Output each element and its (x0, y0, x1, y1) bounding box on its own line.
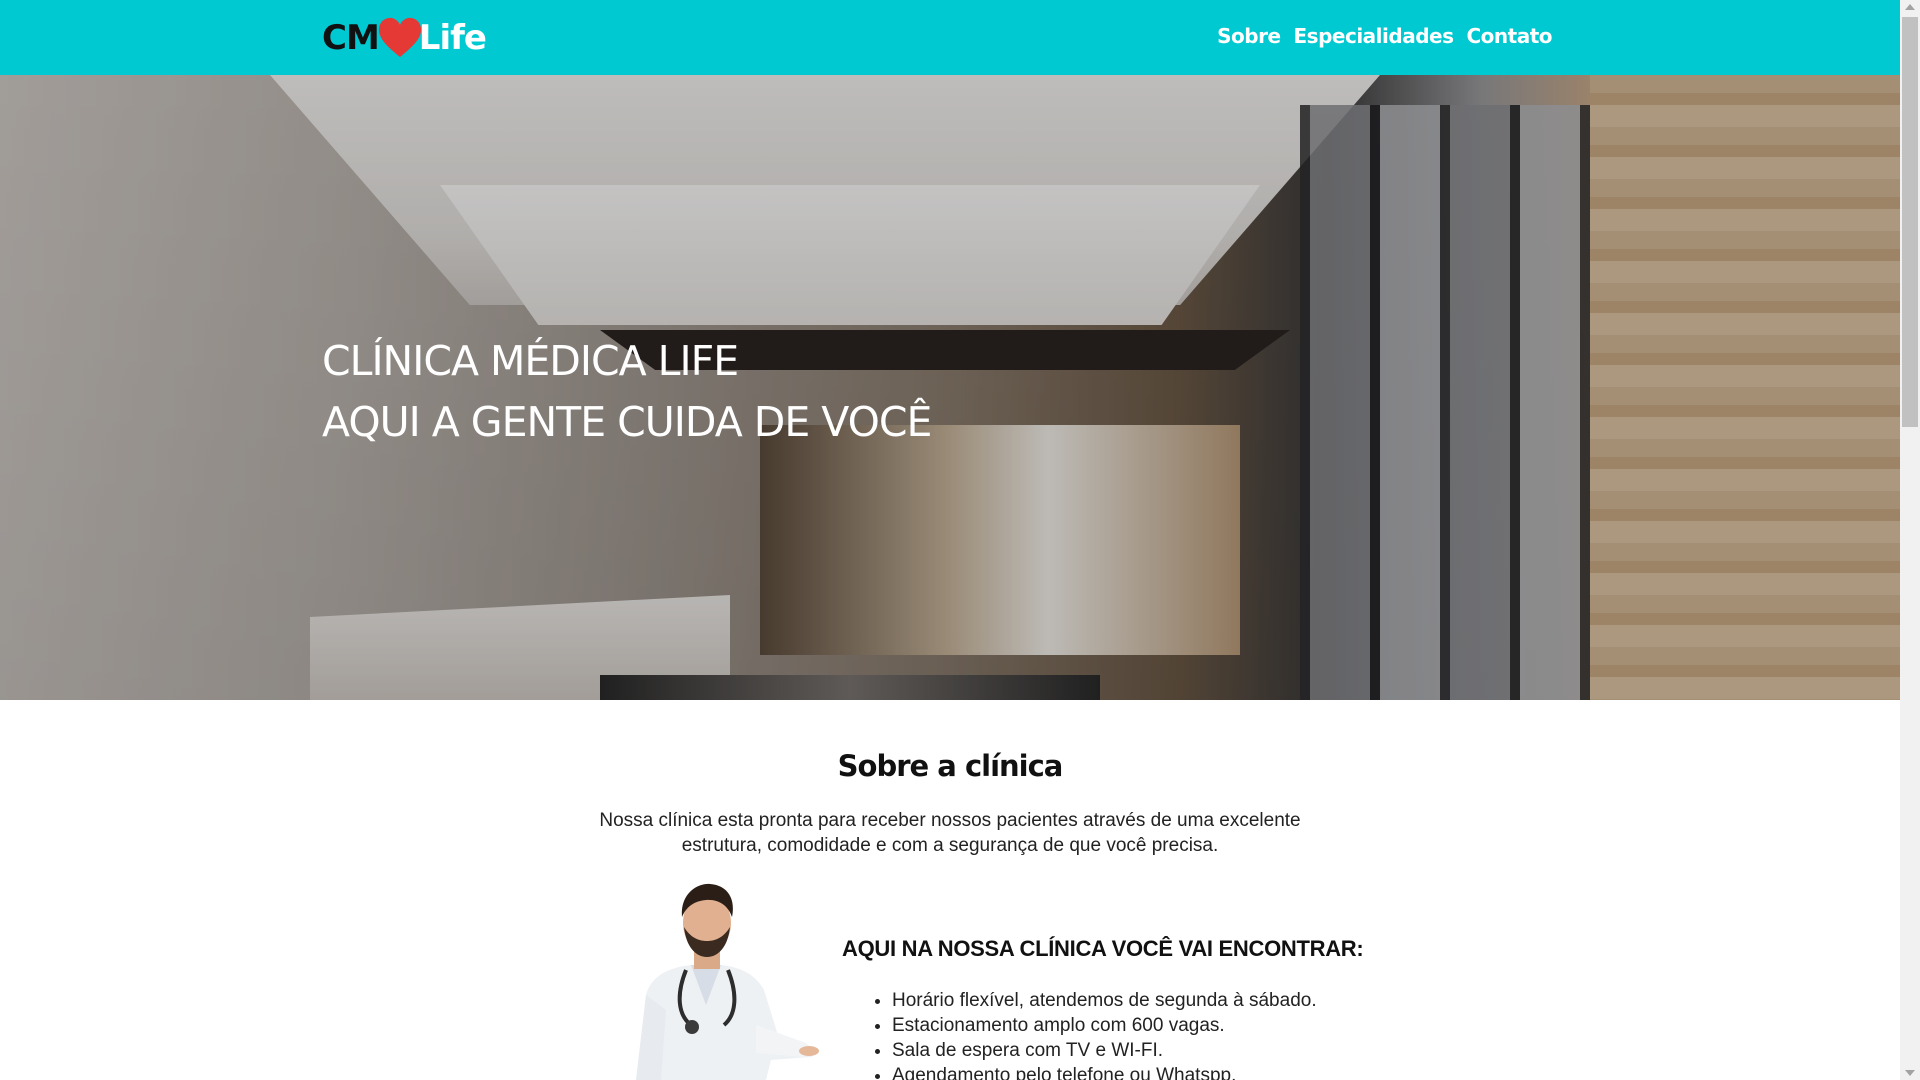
about-description: Nossa clínica esta pronta para receber n… (599, 810, 1301, 856)
hero-banner: CLÍNICA MÉDICA LIFE AQUI A GENTE CUIDA D… (0, 75, 1900, 700)
hero-line-1: CLÍNICA MÉDICA LIFE (322, 337, 739, 385)
hero-overlay (0, 75, 1900, 700)
logo[interactable]: CM Life (322, 14, 487, 62)
doctor-illustration-icon (636, 883, 819, 1080)
doctor-image (606, 875, 821, 1080)
scroll-down-arrow-icon[interactable] (1905, 1070, 1915, 1076)
list-item: Agendamento pelo telefone ou Whatspp. (892, 1063, 1317, 1080)
scroll-up-arrow-icon[interactable] (1905, 4, 1915, 10)
list-item: Horário flexível, atendemos de segunda à… (892, 988, 1317, 1013)
list-item: Sala de espera com TV e WI-FI. (892, 1038, 1317, 1063)
nav-link-contato[interactable]: Contato (1466, 24, 1552, 48)
features-list: Horário flexível, atendemos de segunda à… (892, 988, 1317, 1080)
logo-text-life: Life (418, 18, 487, 58)
about-section-title: Sobre a clínica (837, 749, 1064, 783)
hero-line-2: AQUI A GENTE CUIDA DE VOCÊ (322, 398, 932, 446)
features-title: AQUI NA NOSSA CLÍNICA VOCÊ VAI ENCONTRAR… (842, 936, 1364, 961)
nav-link-sobre[interactable]: Sobre (1217, 24, 1281, 48)
hero-heading: CLÍNICA MÉDICA LIFE AQUI A GENTE CUIDA D… (322, 331, 932, 453)
page-scrollbar[interactable] (1900, 0, 1920, 1080)
main-nav: Sobre Especialidades Contato (1217, 24, 1552, 48)
top-navbar: CM Life Sobre Especialidades Contato (0, 0, 1900, 75)
nav-link-especialidades[interactable]: Especialidades (1294, 24, 1454, 48)
logo-text-cm: CM (322, 18, 380, 58)
scrollbar-thumb[interactable] (1902, 17, 1918, 427)
list-item: Estacionamento amplo com 600 vagas. (892, 1013, 1317, 1038)
heart-icon (378, 17, 421, 57)
